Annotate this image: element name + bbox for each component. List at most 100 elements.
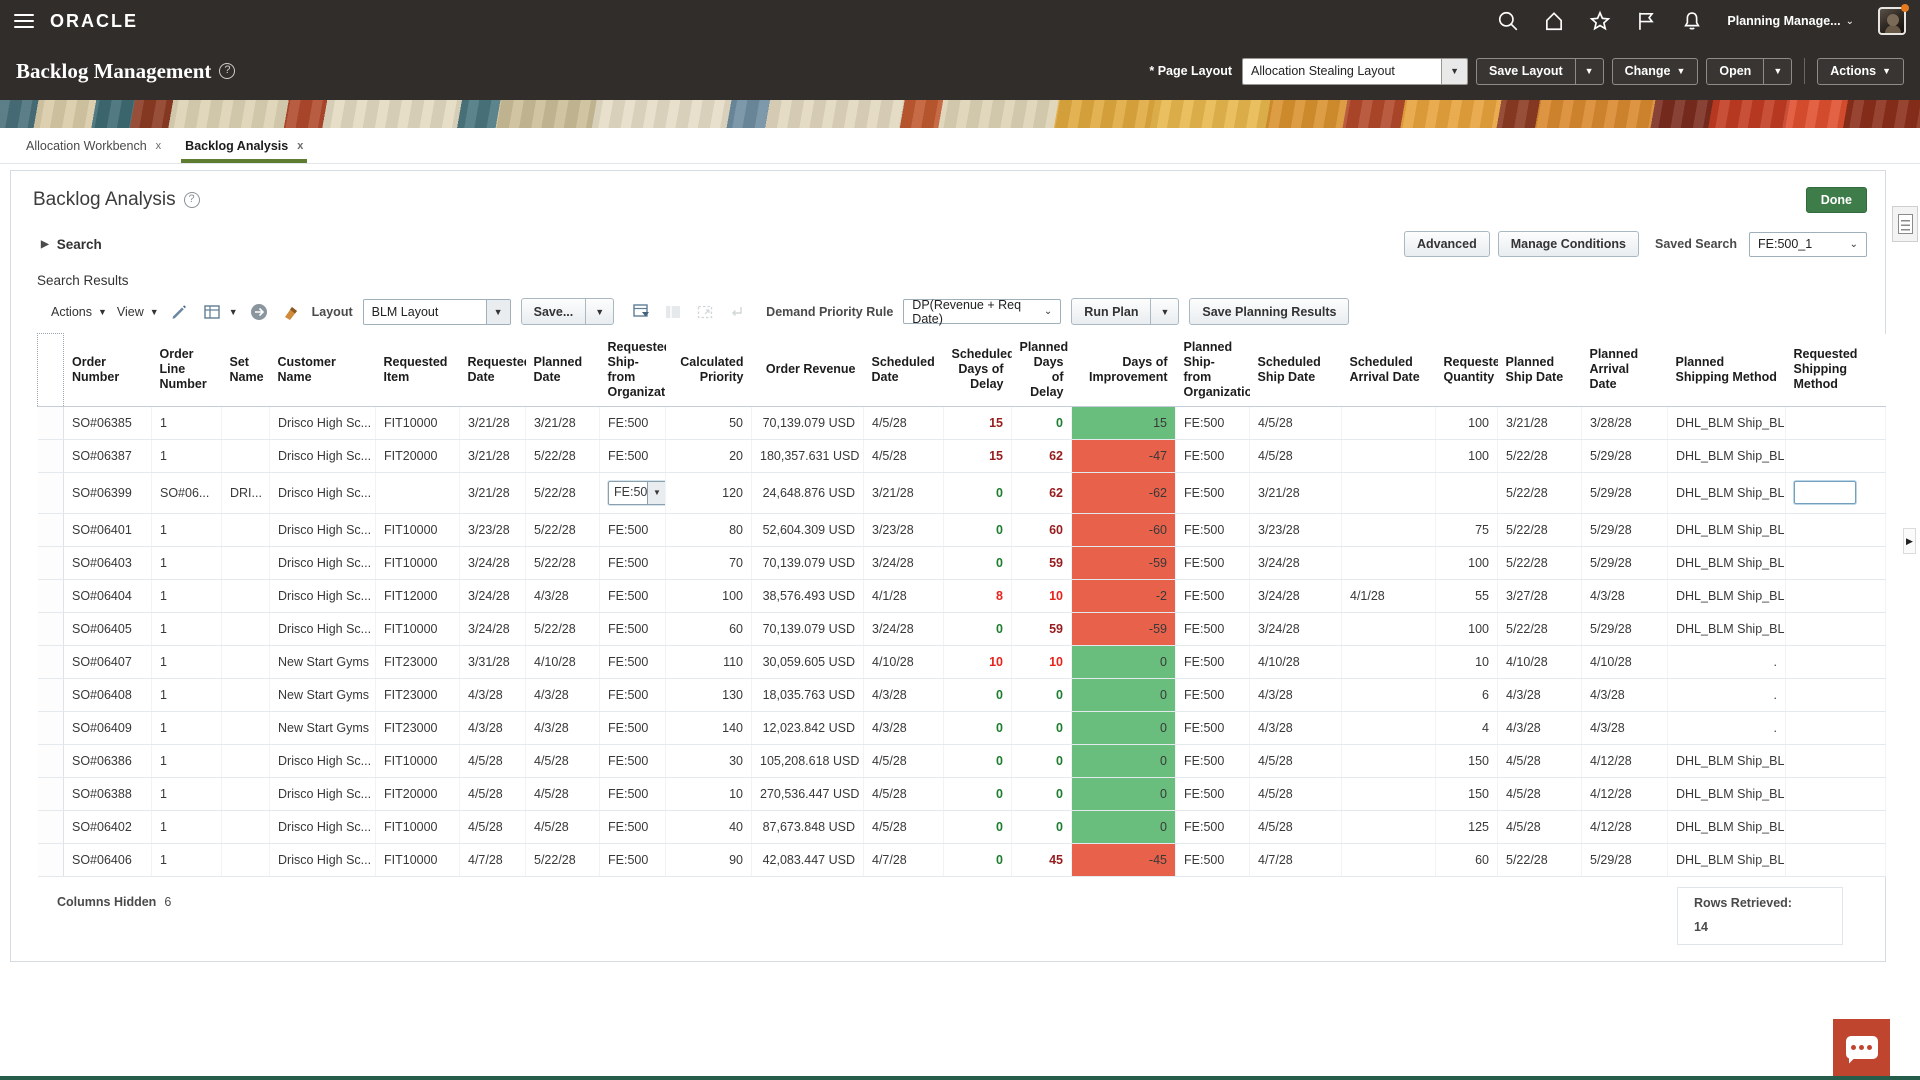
cell-combobox[interactable]: FE:50▼ [608,481,666,505]
manage-conditions-button[interactable]: Manage Conditions [1498,231,1639,257]
cell-planned-ship-date: 4/5/28 [1498,744,1582,777]
advanced-button[interactable]: Advanced [1404,231,1490,257]
edit-pencil-icon[interactable] [169,302,191,322]
freeze-columns-menu[interactable]: ▼ [201,302,238,322]
cell-scheduled-date: 4/1/28 [864,579,944,612]
tab-backlog-analysis[interactable]: Backlog Analysis x [173,128,315,163]
grid-scroll-arrow[interactable]: ▶ [1903,528,1916,554]
save-dropdown-arrow[interactable]: ▼ [585,299,613,324]
eraser-icon[interactable] [280,302,302,322]
search-icon[interactable] [1497,10,1519,32]
table-row[interactable]: SO#064081New Start GymsFIT230004/3/284/3… [38,678,1886,711]
dropdown-arrow-icon[interactable]: ▼ [647,482,666,504]
cell-requested-ship-from-org: FE:500 [600,678,666,711]
save-button[interactable]: Save... ▼ [521,298,615,325]
column-header-planned-days-of-delay[interactable]: Planned Days of Delay [1012,334,1072,407]
flag-icon[interactable] [1635,10,1657,32]
query-by-example-icon[interactable] [630,302,652,322]
go-circle-arrow-icon[interactable] [248,302,270,322]
table-row[interactable]: SO#064071New Start GymsFIT230003/31/284/… [38,645,1886,678]
cell-scheduled-days-of-delay: 0 [944,843,1012,876]
side-panel-toggle[interactable] [1892,206,1918,242]
table-row[interactable]: SO#064041Drisco High Sc...FIT120003/24/2… [38,579,1886,612]
column-header-planned-arrival-date[interactable]: Planned Arrival Date [1582,334,1668,407]
table-row[interactable]: SO#063881Drisco High Sc...FIT200004/5/28… [38,777,1886,810]
column-header-planned-date[interactable]: Planned Date [526,334,600,407]
cell-text-input[interactable] [1794,481,1856,504]
cell-planned-date: 4/5/28 [526,744,600,777]
actions-menu[interactable]: Actions▼ [51,305,107,319]
table-row[interactable]: SO#063871Drisco High Sc...FIT200003/21/2… [38,439,1886,472]
column-header-scheduled-days-of-delay[interactable]: Scheduled Days of Delay [944,334,1012,407]
row-select-gutter [38,843,64,876]
column-header-scheduled-arrival-date[interactable]: Scheduled Arrival Date [1342,334,1436,407]
open-button[interactable]: Open ▼ [1706,58,1792,85]
notifications-bell-icon[interactable] [1681,10,1703,32]
column-header-days-of-improvement[interactable]: Days of Improvement [1072,334,1176,407]
column-header-order-revenue[interactable]: Order Revenue [752,334,864,407]
change-button[interactable]: Change▼ [1612,58,1699,85]
table-row[interactable]: SO#064091New Start GymsFIT230004/3/284/3… [38,711,1886,744]
cell-order-number: SO#06409 [64,711,152,744]
cell-order-line-number: 1 [152,513,222,546]
column-header-order-line-number[interactable]: Order Line Number [152,334,222,407]
column-header-requested-item[interactable]: Requested Item [376,334,460,407]
dropdown-arrow-icon[interactable]: ▼ [1441,59,1467,84]
help-icon[interactable]: ? [184,192,200,208]
done-button[interactable]: Done [1806,187,1867,213]
table-row[interactable]: SO#06399SO#06...DRI...Drisco High Sc...3… [38,472,1886,513]
view-menu[interactable]: View▼ [117,305,159,319]
cell-scheduled-date: 3/23/28 [864,513,944,546]
column-header-requested-ship-from-org[interactable]: Requested Ship-from Organization [600,334,666,407]
run-plan-dropdown-arrow[interactable]: ▼ [1150,299,1178,324]
column-header-scheduled-date[interactable]: Scheduled Date [864,334,944,407]
column-header-requested-date[interactable]: Requested Date [460,334,526,407]
tab-label: Backlog Analysis [185,139,288,153]
table-row[interactable]: SO#064021Drisco High Sc...FIT100004/5/28… [38,810,1886,843]
save-layout-button[interactable]: Save Layout ▼ [1476,58,1604,85]
cell-calculated-priority: 70 [666,546,752,579]
tab-allocation-workbench[interactable]: Allocation Workbench x [14,128,173,163]
page-layout-value: Allocation Stealing Layout [1243,59,1441,84]
search-section-toggle[interactable]: ▶ Search [41,237,102,252]
hamburger-menu-icon[interactable] [14,14,34,28]
row-select-gutter [38,744,64,777]
save-layout-dropdown-arrow[interactable]: ▼ [1575,59,1603,84]
table-row[interactable]: SO#064061Drisco High Sc...FIT100004/7/28… [38,843,1886,876]
column-header-set-name[interactable]: Set Name [222,334,270,407]
close-icon[interactable]: x [156,140,162,152]
help-icon[interactable]: ? [219,63,235,79]
page-layout-select[interactable]: Allocation Stealing Layout ▼ [1242,58,1468,85]
save-planning-results-button[interactable]: Save Planning Results [1189,298,1349,325]
close-icon[interactable]: x [297,140,303,152]
layout-select[interactable]: BLM Layout ▼ [363,299,511,325]
cell-requested-shipping-method [1786,678,1886,711]
chat-button[interactable] [1833,1019,1890,1076]
column-header-planned-ship-date[interactable]: Planned Ship Date [1498,334,1582,407]
dropdown-arrow-icon[interactable]: ▼ [486,300,510,324]
home-icon[interactable] [1543,10,1565,32]
column-header-planned-ship-from-org[interactable]: Planned Ship-from Organization [1176,334,1250,407]
open-dropdown-arrow[interactable]: ▼ [1763,59,1791,84]
table-row[interactable]: SO#064051Drisco High Sc...FIT100003/24/2… [38,612,1886,645]
table-row[interactable]: SO#064011Drisco High Sc...FIT100003/23/2… [38,513,1886,546]
actions-button[interactable]: Actions▼ [1817,58,1904,85]
saved-search-select[interactable]: FE:500_1 ⌄ [1749,232,1867,257]
column-header-scheduled-ship-date[interactable]: Scheduled Ship Date [1250,334,1342,407]
column-header-calculated-priority[interactable]: Calculated Priority [666,334,752,407]
table-row[interactable]: SO#063861Drisco High Sc...FIT100004/5/28… [38,744,1886,777]
table-row[interactable]: SO#064031Drisco High Sc...FIT100003/24/2… [38,546,1886,579]
table-row[interactable]: SO#063851Drisco High Sc...FIT100003/21/2… [38,406,1886,439]
column-header-planned-shipping-method[interactable]: Planned Shipping Method [1668,334,1786,407]
cell-order-revenue: 18,035.763 USD [752,678,864,711]
cell-requested-date: 4/3/28 [460,711,526,744]
view-menu-label: View [117,305,144,319]
column-header-requested-quantity[interactable]: Requested Quantity [1436,334,1498,407]
column-header-order-number[interactable]: Order Number [64,334,152,407]
column-header-customer-name[interactable]: Customer Name [270,334,376,407]
demand-priority-rule-select[interactable]: DP(Revenue + Req Date) ⌄ [903,299,1061,324]
user-menu[interactable]: Planning Manage... ⌄ [1727,14,1854,28]
column-header-requested-shipping-method[interactable]: Requested Shipping Method [1786,334,1886,407]
run-plan-button[interactable]: Run Plan ▼ [1071,298,1179,325]
favorites-star-icon[interactable] [1589,10,1611,32]
